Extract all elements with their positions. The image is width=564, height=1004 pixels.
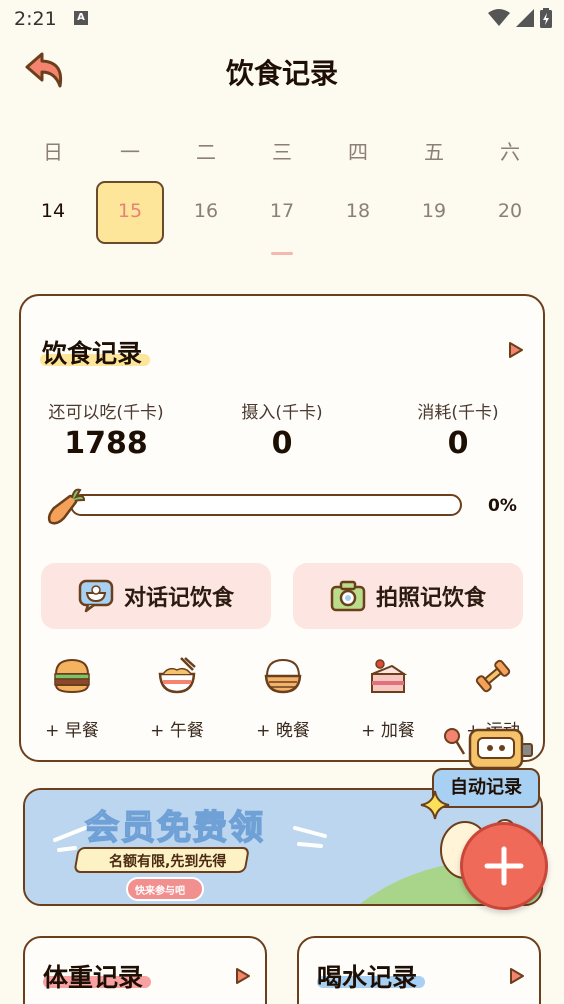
meal-lunch[interactable]: + 午餐 bbox=[132, 656, 222, 742]
remaining-label: 还可以吃(千卡) bbox=[48, 403, 164, 423]
play-arrow-icon bbox=[509, 342, 523, 358]
weekday-wed: 三 bbox=[272, 140, 292, 164]
dumbbell-icon bbox=[475, 659, 511, 693]
noodle-bowl-icon bbox=[158, 657, 196, 694]
meal-snack-label: + 加餐 bbox=[361, 721, 415, 741]
day-14[interactable]: 14 bbox=[33, 200, 73, 222]
water-more-icon bbox=[510, 968, 524, 984]
plus-icon bbox=[484, 846, 524, 886]
meal-lunch-label: + 午餐 bbox=[150, 721, 204, 741]
day-16[interactable]: 16 bbox=[186, 200, 226, 222]
remaining-value: 1788 bbox=[64, 426, 148, 461]
chat-record-label: 对话记饮食 bbox=[123, 586, 234, 611]
diet-card-more-button[interactable] bbox=[508, 342, 524, 358]
day-20[interactable]: 20 bbox=[490, 200, 530, 222]
weekday-tue: 二 bbox=[196, 140, 216, 164]
carrot-icon bbox=[47, 488, 86, 525]
meal-dinner-label: + 晚餐 bbox=[256, 721, 310, 741]
status-time: 2:21 bbox=[14, 8, 57, 30]
chat-record-button[interactable]: 对话记饮食 bbox=[41, 563, 271, 629]
camera-icon bbox=[330, 580, 366, 612]
signal-icon bbox=[516, 9, 534, 27]
notification-icon: A bbox=[74, 11, 88, 25]
weekday-sat: 六 bbox=[500, 140, 520, 164]
progress-percent: 0% bbox=[488, 496, 517, 516]
banner-headline: 会员免费领 bbox=[84, 807, 265, 849]
weight-more-icon bbox=[236, 968, 250, 984]
weight-record-card[interactable]: 体重记录 bbox=[23, 936, 267, 1004]
chat-bowl-icon bbox=[78, 579, 114, 613]
weekday-mon: 一 bbox=[120, 140, 140, 164]
day-17[interactable]: 17 bbox=[262, 200, 302, 222]
weekday-fri: 五 bbox=[424, 140, 444, 164]
calendar-indicator bbox=[271, 252, 293, 255]
meal-breakfast-label: + 早餐 bbox=[45, 721, 99, 741]
weight-card-title: 体重记录 bbox=[43, 963, 144, 992]
banner-subline: 名额有限,先到先得 bbox=[109, 854, 227, 870]
weekday-thu: 四 bbox=[348, 140, 368, 164]
add-record-button[interactable] bbox=[460, 822, 548, 910]
water-card-title: 喝水记录 bbox=[317, 963, 418, 992]
sparkle-icon bbox=[420, 790, 450, 820]
day-19[interactable]: 19 bbox=[414, 200, 454, 222]
robot-mascot-icon bbox=[444, 728, 533, 770]
wifi-icon bbox=[488, 9, 510, 26]
burn-label: 消耗(千卡) bbox=[417, 403, 499, 423]
weekday-sun: 日 bbox=[43, 140, 63, 164]
calorie-progress-bar bbox=[70, 494, 462, 516]
meal-dinner[interactable]: + 晚餐 bbox=[238, 656, 328, 742]
burger-icon bbox=[54, 658, 90, 694]
meal-snack[interactable]: + 加餐 bbox=[343, 656, 433, 742]
battery-icon bbox=[540, 8, 552, 28]
photo-record-button[interactable]: 拍照记饮食 bbox=[293, 563, 523, 629]
photo-record-label: 拍照记饮食 bbox=[375, 586, 486, 611]
banner-cta[interactable]: 快来参与吧 bbox=[135, 882, 185, 897]
diet-card-title: 饮食记录 bbox=[42, 339, 143, 368]
page-title: 饮食记录 bbox=[225, 57, 338, 90]
cake-icon bbox=[371, 659, 408, 693]
burn-value: 0 bbox=[447, 426, 469, 461]
water-record-card[interactable]: 喝水记录 bbox=[297, 936, 541, 1004]
day-18[interactable]: 18 bbox=[338, 200, 378, 222]
status-icons bbox=[488, 8, 552, 28]
intake-value: 0 bbox=[271, 426, 293, 461]
meal-breakfast[interactable]: + 早餐 bbox=[27, 656, 117, 742]
intake-label: 摄入(千卡) bbox=[241, 403, 323, 423]
day-15[interactable]: 15 bbox=[110, 200, 150, 222]
rice-bowl-icon bbox=[264, 658, 302, 694]
